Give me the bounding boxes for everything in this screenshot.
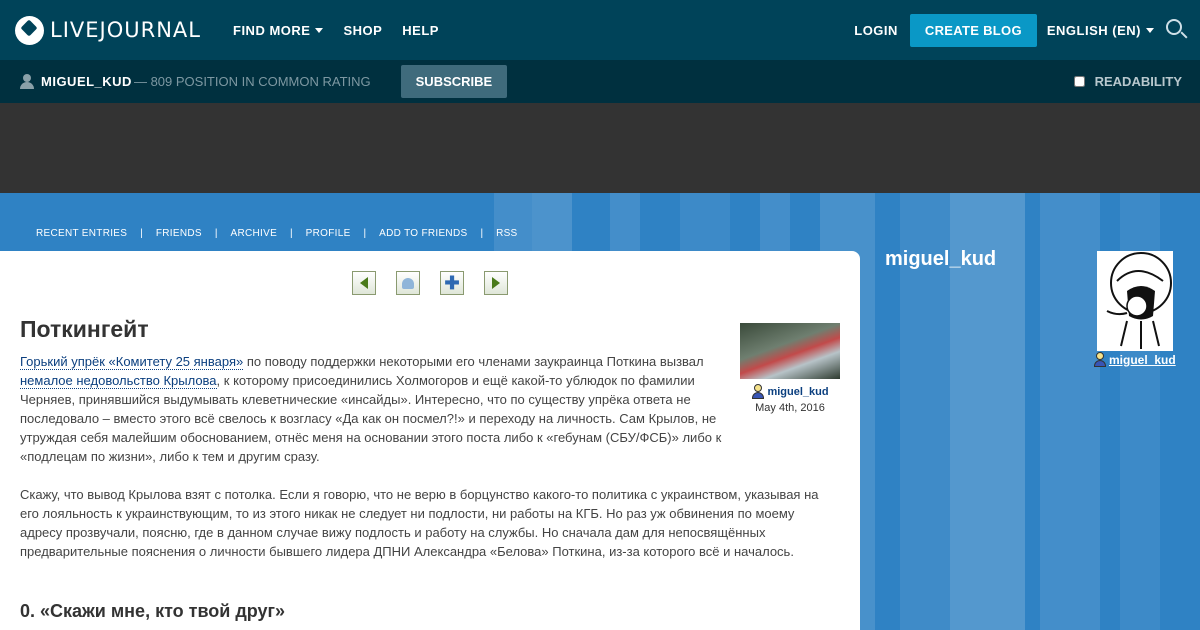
nav-separator: | [363, 228, 367, 239]
livejournal-logo-icon [15, 15, 44, 45]
nav-help-label: HELP [402, 22, 439, 38]
blognav-recent-entries[interactable]: RECENT ENTRIES [36, 228, 127, 239]
journal-rating: — 809 POSITION IN COMMON RATING [133, 74, 371, 89]
blognav-friends[interactable]: FRIENDS [156, 228, 202, 239]
memories-button[interactable] [396, 271, 420, 295]
heart-icon [402, 277, 414, 289]
blognav-add-to-friends[interactable]: ADD TO FRIENDS [379, 228, 467, 239]
nav-find-more[interactable]: FIND MORE [233, 22, 324, 38]
nav-find-more-label: FIND MORE [233, 22, 311, 38]
blog-nav: RECENT ENTRIES | FRIENDS | ARCHIVE | PRO… [36, 228, 518, 239]
nav-shop-label: SHOP [343, 22, 383, 38]
user-icon [751, 384, 765, 399]
post-paragraph-2: Скажу, что вывод Крылова взят с потолка.… [20, 487, 819, 559]
arrow-right-icon [492, 277, 500, 289]
language-label: ENGLISH (EN) [1046, 22, 1141, 38]
login-link[interactable]: LOGIN [854, 23, 898, 38]
section-heading: 0. «Скажи мне, кто твой друг» [20, 601, 286, 621]
author-username-label: miguel_kud [767, 385, 829, 398]
livejournal-logo[interactable]: LIVEJOURNAL [15, 15, 201, 45]
journal-bar: MIGUEL_KUD — 809 POSITION IN COMMON RATI… [0, 60, 1200, 103]
sidebar-username[interactable]: miguel_kud [1093, 352, 1176, 367]
post-link-krylov[interactable]: немалое недовольство Крылова [20, 373, 217, 389]
post-navigation: ✚ [352, 271, 528, 295]
journal-username[interactable]: MIGUEL_KUD [41, 74, 132, 89]
subscribe-button[interactable]: SUBSCRIBE [400, 65, 508, 98]
chevron-down-icon [1146, 27, 1154, 33]
post-date: May 4th, 2016 [755, 402, 825, 414]
nav-shop[interactable]: SHOP [343, 23, 382, 38]
blognav-profile[interactable]: PROFILE [306, 228, 351, 239]
post-paragraph-1: Горький упрёк «Комитету 25 января» по по… [20, 352, 725, 466]
main-nav: FIND MORE SHOP HELP [233, 23, 459, 38]
readability-checkbox[interactable] [1073, 76, 1085, 87]
author-username[interactable]: miguel_kud [740, 384, 840, 399]
author-userpic[interactable] [740, 323, 840, 379]
nav-help[interactable]: HELP [402, 23, 439, 38]
top-navbar: LIVEJOURNAL FIND MORE SHOP HELP LOGIN CR… [0, 0, 1200, 60]
nav-separator: | [140, 228, 143, 239]
plus-icon: ✚ [444, 273, 460, 293]
chevron-down-icon [315, 27, 324, 33]
top-right-actions: LOGIN CREATE BLOG ENGLISH (EN) [854, 13, 1200, 47]
readability-label: READABILITY [1094, 74, 1182, 89]
previous-entry-button[interactable] [352, 271, 376, 295]
tell-a-friend-button[interactable]: ✚ [440, 271, 464, 295]
next-entry-button[interactable] [484, 271, 508, 295]
sidebar-userpic[interactable] [1097, 251, 1173, 351]
create-blog-button[interactable]: CREATE BLOG [909, 13, 1037, 47]
arrow-left-icon [360, 277, 368, 289]
post-text-segment: по поводу поддержки некоторыми его члена… [243, 354, 704, 369]
sidebar-username-label: miguel_kud [1109, 352, 1176, 367]
blognav-rss[interactable]: RSS [496, 228, 517, 239]
logo-text: LIVEJOURNAL [50, 18, 201, 42]
ad-banner-area [0, 103, 1200, 193]
post-author-block: miguel_kud May 4th, 2016 [740, 323, 840, 414]
nav-separator: | [214, 228, 218, 239]
sidebar-journal-title: miguel_kud [885, 248, 997, 270]
search-icon[interactable] [1166, 19, 1188, 41]
post-link-committee[interactable]: Горький упрёк «Комитету 25 января» [20, 354, 244, 370]
user-icon [20, 74, 34, 89]
blognav-archive[interactable]: ARCHIVE [230, 228, 277, 239]
post-title: Поткингейт [20, 316, 149, 342]
language-selector[interactable]: ENGLISH (EN) [1047, 23, 1154, 38]
nav-separator: | [480, 228, 484, 239]
post-content: ✚ Поткингейт Горький упрёк «Комитету 25 … [0, 251, 860, 630]
user-icon [1093, 352, 1106, 367]
readability-toggle[interactable]: READABILITY [1073, 74, 1182, 89]
nav-separator: | [290, 228, 293, 239]
